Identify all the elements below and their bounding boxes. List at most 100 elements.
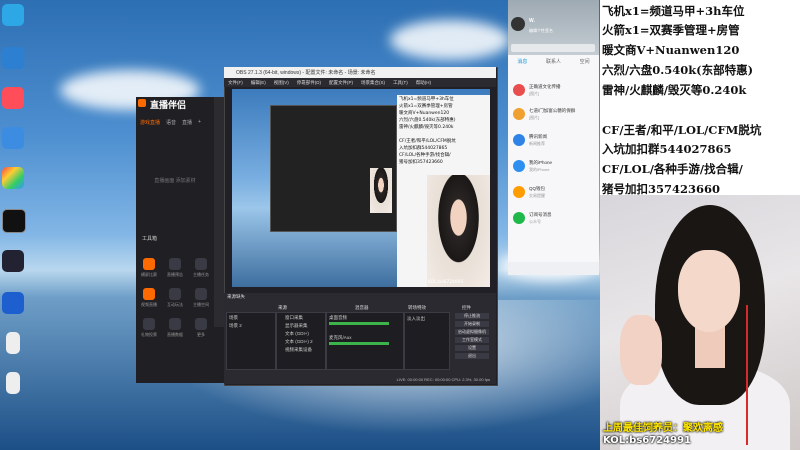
volume-meter[interactable] — [329, 342, 389, 345]
obs-status-text: LIVE: 00:00:00 REC: 00:00:00 CPU: 2.3%, … — [396, 377, 490, 382]
tool-video-icon[interactable] — [143, 288, 155, 300]
list-item[interactable]: 腾讯新闻 新闻推荐 — [510, 130, 598, 150]
overlay-line: 火箭x1=双赛季管理+房管 — [602, 23, 740, 37]
obs-title: OBS 27.1.3 (64-bit, windows) - 配置文件: 未命名… — [236, 70, 376, 76]
doc-icon[interactable] — [6, 332, 20, 354]
studio-mode-button[interactable]: 工作室模式 — [455, 337, 489, 343]
tool-space-icon[interactable] — [195, 288, 207, 300]
tool-label: 更多 — [197, 332, 205, 337]
tool-task-icon[interactable] — [195, 258, 207, 270]
contact-name: QQ钱包 — [529, 186, 546, 191]
menu-profile[interactable]: 配置文件(P) — [329, 80, 353, 86]
qq-username: W. — [529, 18, 535, 24]
contact-avatar-icon — [513, 160, 525, 172]
qq-tabs: 消息 联系人 空间 — [508, 58, 599, 70]
source-item[interactable]: 文本 (GDI+) 2 — [285, 339, 313, 345]
music-icon[interactable] — [2, 87, 24, 109]
start-record-button[interactable]: 开始录制 — [455, 321, 489, 327]
chat-icon[interactable] — [2, 292, 24, 314]
overlay-line: CF/LOL/各种手游/找合辑/ — [602, 162, 743, 176]
list-item[interactable]: 订阅号消息 公众号 — [510, 208, 598, 228]
avatar[interactable] — [511, 17, 525, 31]
menu-file[interactable]: 文件(F) — [228, 80, 243, 86]
app-title: 直播伴侣 — [150, 100, 187, 110]
contact-message: [图片] — [529, 115, 540, 120]
search-input[interactable] — [511, 44, 595, 52]
qq-signature[interactable]: 编辑个性签名 — [529, 28, 553, 34]
tab-game-live[interactable]: 游戏直播 — [140, 119, 160, 131]
overlay-line: 雷神/火麒麟/毁灭等0.240k — [602, 83, 747, 97]
tool-preview-icon[interactable] — [169, 258, 181, 270]
tab-space[interactable]: 空间 — [580, 58, 590, 70]
webcam-person-hand — [620, 315, 662, 385]
source-item[interactable]: 文本 (GDI+) — [285, 331, 309, 337]
tab-voice[interactable]: 语音 — [166, 119, 176, 131]
menu-help[interactable]: 帮助(H) — [416, 80, 431, 86]
edge-icon[interactable] — [2, 47, 24, 69]
tool-more-icon[interactable] — [195, 318, 207, 330]
tool-gift-icon[interactable] — [143, 318, 155, 330]
sources-dock-title: 来源 — [278, 305, 287, 310]
list-item[interactable]: 我的iPhone 我的iPhone — [510, 156, 598, 176]
tool-label: 礼物投票 — [141, 332, 157, 337]
empty-preview-text: 直播画面 添加素材 — [154, 178, 196, 184]
app-tabs: 游戏直播 语音 直播 + — [140, 119, 220, 131]
menu-edit[interactable]: 编辑(E) — [251, 80, 266, 86]
contact-name: 七道/门加富公糖的保群 — [529, 108, 576, 113]
kol-label: KOL:bs6724991 — [603, 435, 691, 446]
webcam-person-face — [678, 250, 740, 332]
preview-text-line: 入坑加扣群544027865 — [399, 146, 448, 151]
tool-interact-icon[interactable] — [169, 288, 181, 300]
list-item[interactable]: QQ钱包 交易提醒 — [510, 182, 598, 202]
mixer-dock-title: 混音器 — [355, 305, 369, 310]
preview-text-line: CF/王者/和平/LOL/CFM脱坑 — [399, 139, 456, 144]
list-item[interactable]: 正确道文化传播 [图片] — [510, 80, 598, 100]
mixer-channel: 麦克风/Aux — [329, 335, 352, 340]
app-side-strip — [214, 97, 224, 327]
preview-text-line: 暖文商V+Nuanwen120 — [399, 111, 450, 116]
scene-item[interactable]: 场景 — [229, 315, 238, 321]
edge-icon[interactable] — [2, 4, 24, 26]
contact-message: 我的iPhone — [529, 167, 550, 172]
source-item[interactable]: 窗口采集 — [285, 315, 303, 321]
capcut-icon[interactable] — [2, 209, 26, 233]
stop-stream-button[interactable]: 停止推流 — [455, 313, 489, 319]
virtual-camera-button[interactable]: 启动虚拟摄像机 — [455, 329, 489, 335]
tool-match-icon[interactable] — [143, 258, 155, 270]
tool-label: 直播数据 — [167, 332, 183, 337]
scene-item[interactable]: 场景 2 — [229, 323, 242, 329]
tool-label: 互动玩法 — [167, 302, 183, 307]
contact-avatar-icon — [513, 212, 525, 224]
source-item[interactable]: 显示器采集 — [285, 323, 308, 329]
tool-data-icon[interactable] — [169, 318, 181, 330]
tab-live[interactable]: 直播 — [182, 119, 192, 131]
tool-label: 直播预告 — [167, 272, 183, 277]
game-icon[interactable] — [2, 250, 24, 272]
obs-menubar: 文件(F) 编辑(E) 视图(V) 停靠部件(D) 配置文件(P) 场景集合(S… — [224, 78, 496, 87]
palette-icon[interactable] — [2, 167, 24, 189]
tab-contacts[interactable]: 联系人 — [546, 58, 561, 70]
contact-avatar-icon — [513, 84, 525, 96]
overlay-line: 六烈/六盘0.540k(东部特惠) — [602, 63, 754, 77]
best-fan-label: 上周最佳饲养员：聚欢离感 — [603, 423, 723, 434]
volume-meter[interactable] — [329, 322, 389, 325]
tab-add[interactable]: + — [198, 119, 201, 131]
app-icon[interactable] — [2, 127, 24, 149]
mixer-channel: 桌面音频 — [329, 315, 347, 320]
file-icon[interactable] — [6, 372, 20, 394]
app-logo-icon — [138, 99, 146, 107]
contact-name: 我的iPhone — [529, 160, 553, 165]
source-item[interactable]: 视频采集设备 — [285, 347, 312, 353]
menu-view[interactable]: 视图(V) — [274, 80, 289, 86]
tab-messages[interactable]: 消息 — [517, 58, 527, 70]
menu-tools[interactable]: 工具(T) — [393, 80, 408, 86]
menu-scenes[interactable]: 场景集合(S) — [361, 80, 385, 86]
overlay-line: 入坑加扣群544027865 — [602, 142, 732, 156]
exit-button[interactable]: 退出 — [455, 353, 489, 359]
list-item[interactable]: 七道/门加富公糖的保群 [图片] — [510, 104, 598, 124]
menu-docks[interactable]: 停靠部件(D) — [297, 80, 321, 86]
contact-message: 新闻推荐 — [529, 141, 545, 146]
transition-select[interactable]: 淡入淡出 — [407, 316, 425, 322]
settings-button[interactable]: 设置 — [455, 345, 489, 351]
preview-text-line: CF/LOL/各种手游/找合辑/ — [399, 153, 451, 158]
